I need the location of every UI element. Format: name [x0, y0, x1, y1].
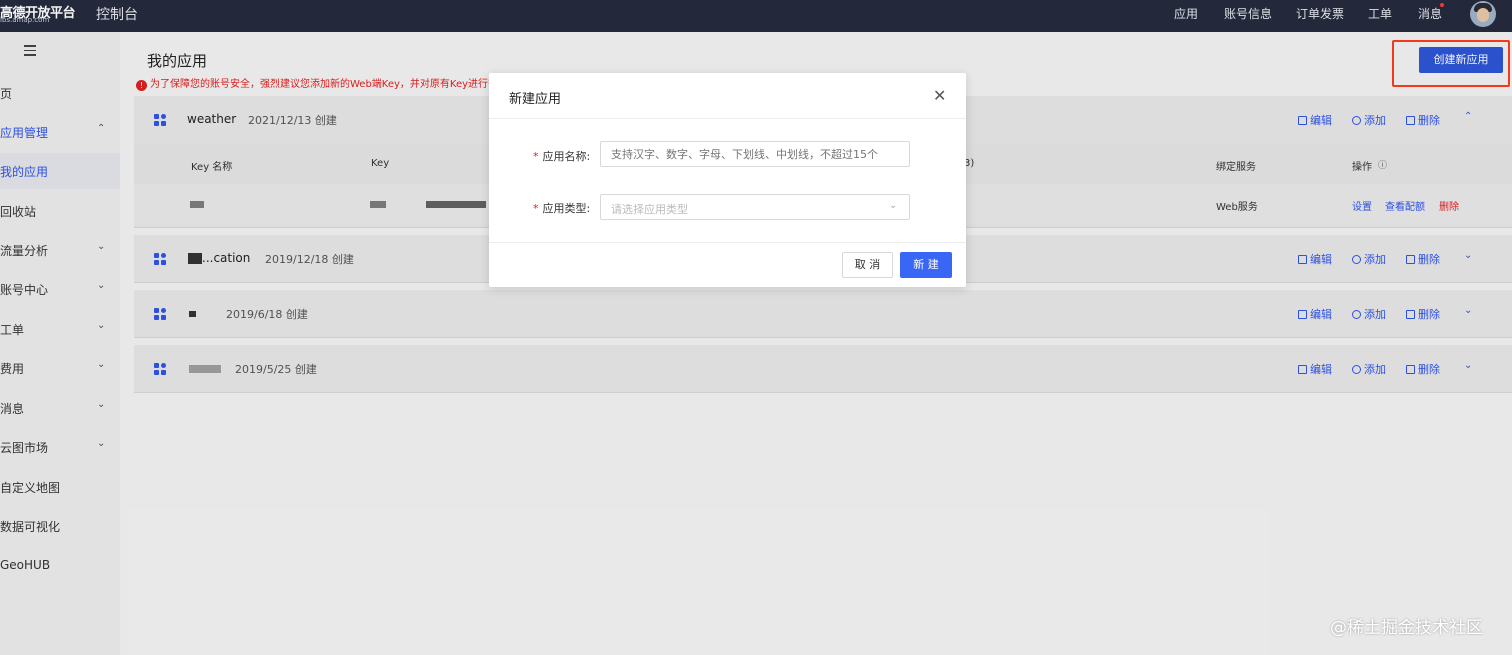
required-mark: *: [533, 202, 539, 215]
app-type-label: * 应用类型:: [533, 200, 590, 216]
required-mark: *: [533, 150, 539, 163]
dialog-title: 新建应用: [509, 92, 562, 107]
app-name-input[interactable]: [600, 141, 910, 167]
new-app-dialog: 新建应用 ✕ *应用名称: *应用类型: 请选择应用类型 ⌄ 取 消 新 建: [489, 73, 966, 287]
confirm-create-button[interactable]: 新 建: [900, 252, 952, 278]
app-type-label-text: 应用类型:: [542, 202, 591, 215]
cancel-button[interactable]: 取 消: [842, 252, 893, 278]
app-name-label: * 应用名称:: [533, 148, 590, 164]
divider: [489, 242, 966, 243]
app-type-select[interactable]: 请选择应用类型: [600, 194, 910, 220]
chevron-down-icon: ⌄: [889, 200, 898, 211]
close-icon[interactable]: ✕: [933, 86, 946, 105]
watermark: @稀土掘金技术社区: [1330, 618, 1483, 638]
divider: [489, 118, 966, 119]
app-name-label-text: 应用名称:: [542, 150, 591, 163]
